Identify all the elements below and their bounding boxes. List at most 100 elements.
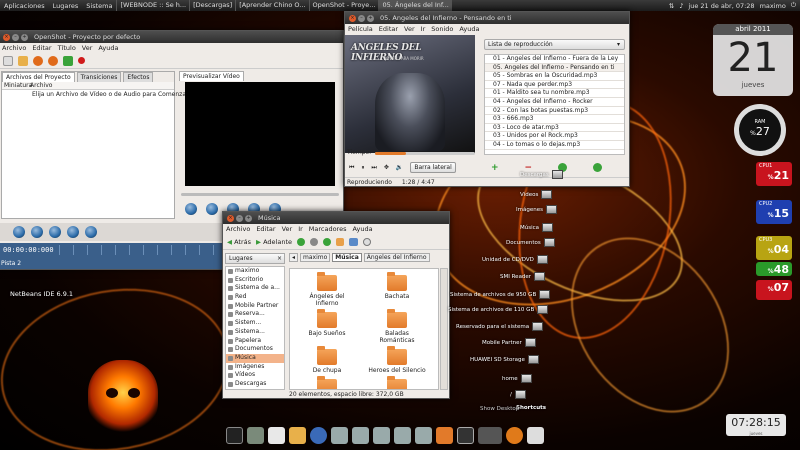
music-menu-pelicula[interactable]: Película: [348, 25, 373, 33]
openshot-menu-archivo[interactable]: Archivo: [2, 44, 26, 52]
user-name[interactable]: maximo: [760, 2, 786, 10]
desktop-icon-home[interactable]: home: [502, 374, 532, 383]
folder-item[interactable]: [368, 376, 426, 389]
folder-item[interactable]: [298, 376, 356, 389]
trash-icon[interactable]: [527, 426, 544, 444]
music-menu-ayuda[interactable]: Ayuda: [459, 25, 479, 33]
timeline-tool-icon[interactable]: [85, 226, 97, 238]
playlist-item[interactable]: 03 - Loco de atar.mp3: [485, 124, 624, 133]
minimize-icon[interactable]: –: [12, 33, 19, 41]
playlist-item[interactable]: 05 - Sombras en la Oscuridad.mp3: [485, 72, 624, 81]
home-icon[interactable]: [336, 237, 345, 246]
timeline-tool-icon[interactable]: [31, 226, 43, 238]
places-selector[interactable]: Lugares ×: [225, 253, 285, 264]
openshot-menu-ayuda[interactable]: Ayuda: [98, 44, 118, 52]
undo-icon[interactable]: [33, 55, 43, 66]
folder-item[interactable]: De chupa: [298, 346, 356, 374]
breadcrumb-item[interactable]: maximo: [300, 253, 331, 262]
breadcrumb-item-current[interactable]: Música: [332, 253, 362, 262]
desktop-icon-mobile-partner[interactable]: Mobile Partner: [482, 338, 536, 347]
desktop-icon-reservado[interactable]: Reservado para el sistema: [456, 322, 544, 331]
place-item[interactable]: maximo: [226, 267, 284, 276]
document-icon[interactable]: [268, 426, 285, 444]
drive-icon[interactable]: [394, 426, 411, 444]
task-descargas[interactable]: [Descargas]: [189, 0, 235, 11]
openshot-menu-ver[interactable]: Ver: [82, 44, 93, 52]
maximize-icon[interactable]: +: [245, 214, 252, 222]
redo-icon[interactable]: [48, 55, 58, 66]
place-item[interactable]: Red: [226, 293, 284, 302]
file-manager-titlebar[interactable]: × – + Música: [223, 212, 449, 224]
place-item[interactable]: Escritorio: [226, 276, 284, 285]
reload-icon[interactable]: [323, 237, 332, 246]
desktop-icon-cd[interactable]: Unidad de CD/DVD: [482, 255, 548, 264]
openshot-menu-editar[interactable]: Editar: [32, 44, 51, 52]
calculator-icon[interactable]: [247, 426, 264, 444]
playlist-item[interactable]: 03 - 666.mp3: [485, 115, 624, 124]
new-project-icon[interactable]: [3, 55, 13, 66]
place-item[interactable]: Imágenes: [226, 363, 284, 372]
desktop-icon-musica[interactable]: Música: [520, 223, 554, 232]
desktop-icon-videos[interactable]: Vídeos: [520, 190, 553, 199]
playlist-item[interactable]: 03 - Unidos por el Rock.mp3: [485, 132, 624, 141]
maximize-icon[interactable]: +: [21, 33, 28, 41]
music-player-icon[interactable]: [436, 426, 453, 444]
task-webnode[interactable]: [WEBNODE :: Se h...: [116, 0, 189, 11]
tab-preview[interactable]: Previsualizar Vídeo: [179, 71, 244, 81]
previous-icon[interactable]: ⏮: [349, 164, 354, 172]
close-icon[interactable]: ×: [3, 33, 10, 41]
rewind-icon[interactable]: [206, 203, 218, 215]
music-menu-ver[interactable]: Ver: [404, 25, 415, 33]
timeline-tool-icon[interactable]: [49, 226, 61, 238]
fm-menu-ir[interactable]: Ir: [298, 225, 303, 233]
fm-menu-ayuda[interactable]: Ayuda: [352, 225, 372, 233]
playlist-item[interactable]: 05. Ángeles del Infierno - Pensando en t…: [485, 63, 624, 73]
playlist-item[interactable]: 02 - Con las botas puestas.mp3: [485, 107, 624, 116]
music-menu-ir[interactable]: Ir: [421, 25, 426, 33]
power-icon[interactable]: ⏻: [791, 1, 796, 10]
fm-menu-marcadores[interactable]: Marcadores: [309, 225, 347, 233]
maximize-icon[interactable]: +: [367, 14, 374, 22]
desktop-icon-imagenes[interactable]: Imágenes: [516, 205, 557, 214]
down-icon[interactable]: [593, 163, 603, 172]
music-menu-sonido[interactable]: Sonido: [431, 25, 453, 33]
forward-button[interactable]: ▶ Adelante: [256, 238, 292, 246]
record-icon[interactable]: [78, 57, 85, 64]
desktop-icon-show-desktop[interactable]: Show Desktop: [480, 406, 519, 412]
fullscreen-icon[interactable]: ✥: [384, 164, 389, 171]
menu-aplicaciones[interactable]: Aplicaciones: [0, 2, 49, 10]
place-item[interactable]: Descargas: [226, 380, 284, 389]
drive-icon[interactable]: [415, 426, 432, 444]
tools-icon[interactable]: [289, 426, 306, 444]
stop-icon[interactable]: [310, 237, 319, 246]
back-button[interactable]: ◀ Atrás: [227, 238, 251, 246]
drive-icon[interactable]: [331, 426, 348, 444]
desktop-icon-fs110[interactable]: Sistema de archivos de 110 GB: [448, 305, 549, 314]
desktop-icon-huawei[interactable]: HUAWEI SD Storage: [470, 355, 539, 364]
fm-menu-editar[interactable]: Editar: [256, 225, 275, 233]
task-openshot[interactable]: OpenShot - Proye...: [308, 0, 379, 11]
close-icon[interactable]: ×: [227, 214, 234, 222]
computer-icon[interactable]: [349, 237, 359, 246]
folder-item[interactable]: Bajo Sueños: [298, 309, 356, 344]
tab-effects[interactable]: Efectos: [123, 72, 154, 82]
jump-start-icon[interactable]: [185, 203, 197, 215]
file-manager-scrollbar[interactable]: [440, 268, 448, 390]
playlist-item[interactable]: 07 - Nada que perder.mp3: [485, 81, 624, 90]
desktop-icon-smi[interactable]: SMI Reader: [500, 272, 546, 281]
up-icon[interactable]: [297, 237, 306, 246]
ubuntu-icon[interactable]: [506, 426, 523, 444]
close-icon[interactable]: ×: [277, 254, 282, 264]
terminal-icon[interactable]: [226, 426, 243, 444]
place-item[interactable]: Papelera: [226, 337, 284, 346]
breadcrumb-item[interactable]: Ángeles del Infierno: [363, 253, 430, 262]
network-icon[interactable]: ⇅: [669, 2, 674, 10]
next-icon[interactable]: ⏭: [371, 164, 376, 172]
column-thumbnail[interactable]: Miniatura: [2, 82, 32, 89]
playlist-item[interactable]: 04 - Ángeles del Infierno - Rocker: [485, 98, 624, 107]
desktop-icon-root[interactable]: /: [510, 390, 526, 399]
datetime[interactable]: jue 21 de abr, 07:28: [688, 2, 754, 10]
close-icon[interactable]: ×: [349, 14, 356, 22]
folder-item[interactable]: Ángeles del Infierno: [298, 272, 356, 307]
tab-transitions[interactable]: Transiciones: [76, 72, 122, 82]
